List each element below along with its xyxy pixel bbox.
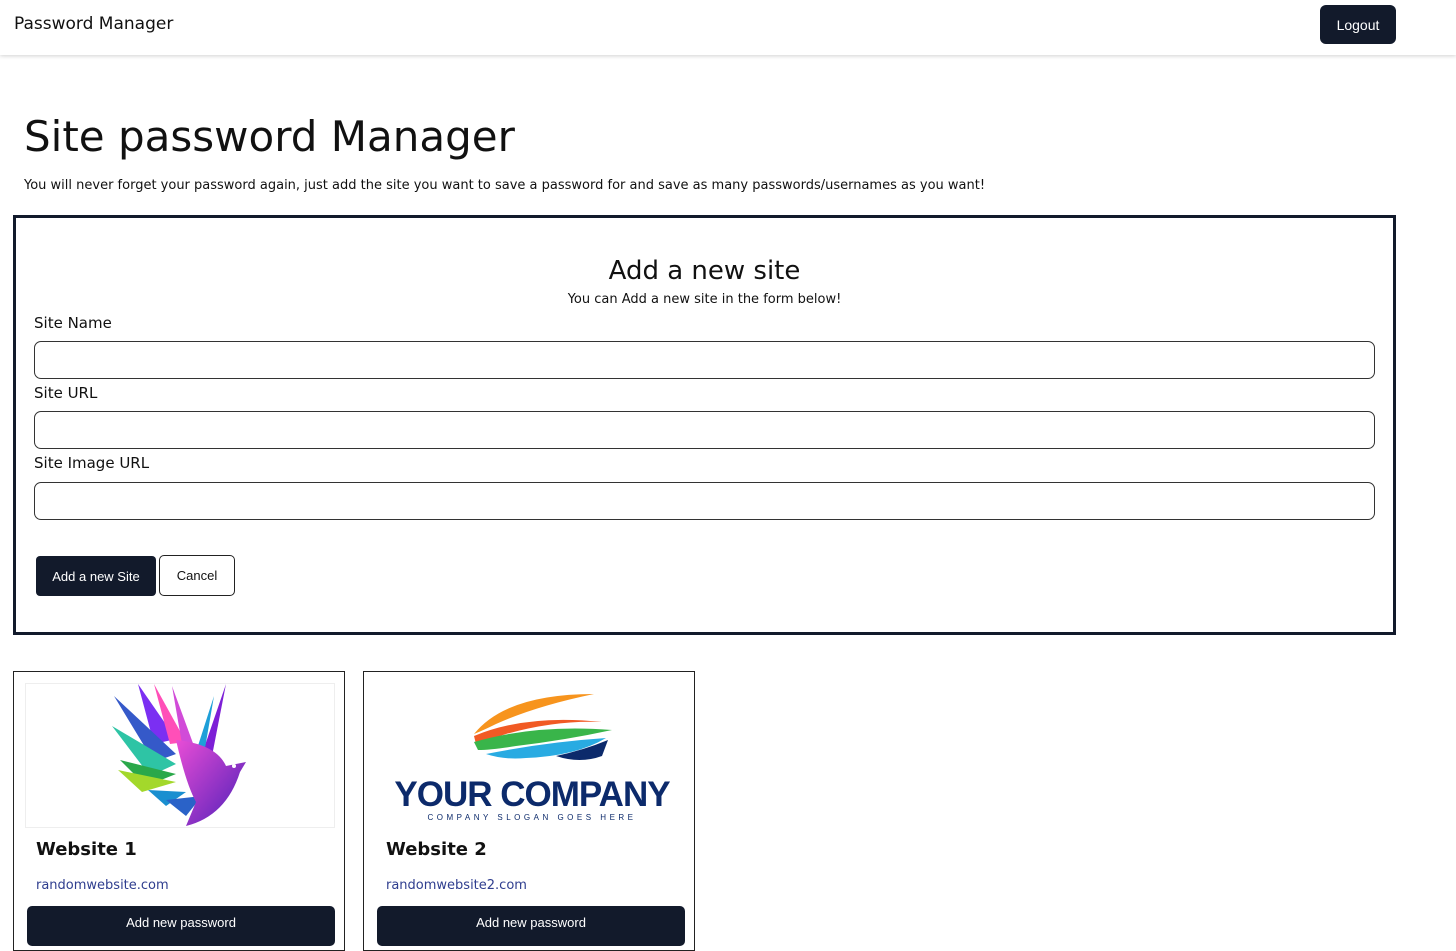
site-image-url-label: Site Image URL	[34, 454, 150, 472]
site-image-url-input[interactable]	[34, 482, 1375, 520]
site-url-input[interactable]	[34, 411, 1375, 449]
company-logo-image: YOUR COMPANY COMPANY SLOGAN GOES HERE	[375, 683, 685, 828]
cancel-button[interactable]: Cancel	[159, 555, 235, 596]
site-card-url[interactable]: randomwebsite.com	[36, 878, 169, 893]
add-site-button[interactable]: Add a new Site	[36, 556, 156, 596]
bird-logo-image	[25, 683, 335, 828]
top-navbar: Password Manager Logout	[0, 0, 1456, 55]
site-card-title: Website 2	[386, 839, 487, 860]
site-card: Website 1 randomwebsite.com Add new pass…	[13, 671, 345, 951]
site-name-label: Site Name	[34, 314, 112, 332]
bird-logo-icon	[112, 684, 246, 826]
add-site-form: Add a new site You can Add a new site in…	[13, 215, 1396, 635]
company-logo-icon: YOUR COMPANY COMPANY SLOGAN GOES HERE	[394, 694, 671, 822]
company-logo-text: YOUR COMPANY	[394, 775, 670, 814]
site-card: YOUR COMPANY COMPANY SLOGAN GOES HERE We…	[363, 671, 695, 951]
site-card-title: Website 1	[36, 839, 137, 860]
site-name-input[interactable]	[34, 341, 1375, 379]
site-card-url[interactable]: randomwebsite2.com	[386, 878, 527, 893]
logout-button[interactable]: Logout	[1320, 5, 1396, 44]
app-brand[interactable]: Password Manager	[14, 14, 173, 34]
site-url-label: Site URL	[34, 384, 98, 402]
add-password-button[interactable]: Add new password	[27, 906, 335, 946]
add-password-button[interactable]: Add new password	[377, 906, 685, 946]
page-title: Site password Manager	[24, 112, 515, 161]
page-subtitle: You will never forget your password agai…	[24, 178, 986, 193]
form-subtitle: You can Add a new site in the form below…	[567, 292, 842, 307]
company-logo-slogan: COMPANY SLOGAN GOES HERE	[427, 813, 636, 822]
form-title: Add a new site	[608, 256, 801, 286]
